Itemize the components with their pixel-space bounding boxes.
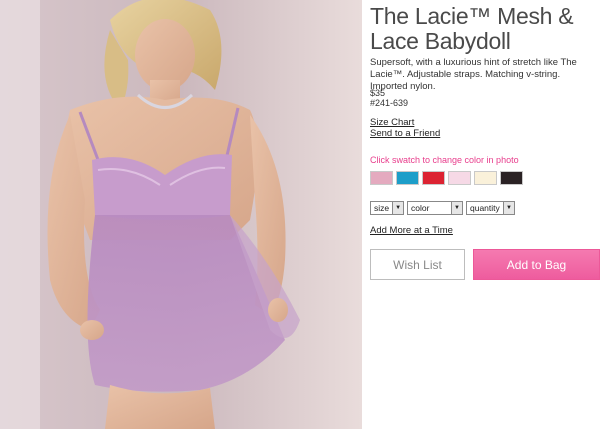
add-to-bag-button[interactable]: Add to Bag [473,249,600,280]
product-sku: #241-639 [370,98,409,108]
size-select-value: size [374,203,390,213]
chevron-down-icon: ▼ [451,202,462,214]
wish-list-button[interactable]: Wish List [370,249,465,280]
quantity-select[interactable]: quantity ▼ [466,201,515,215]
option-selects: size ▼ color ▼ quantity ▼ [370,201,515,215]
swatch-cream[interactable] [474,171,497,185]
size-select[interactable]: size ▼ [370,201,404,215]
chevron-down-icon: ▼ [392,202,403,214]
size-chart-link[interactable]: Size Chart [370,117,414,128]
product-info-panel: The Lacie™ Mesh & Lace Babydoll Supersof… [370,0,600,429]
swatch-lilac[interactable] [370,171,393,185]
product-description: Supersoft, with a luxurious hint of stre… [370,57,577,92]
swatch-hint: Click swatch to change color in photo [370,155,519,165]
model-illustration [0,0,362,429]
color-select-value: color [411,203,430,213]
swatch-light-pink[interactable] [448,171,471,185]
product-photo [0,0,362,429]
product-title: The Lacie™ Mesh & Lace Babydoll [370,3,574,54]
chevron-down-icon: ▼ [503,202,514,214]
color-swatches [370,171,523,185]
swatch-red[interactable] [422,171,445,185]
swatch-aqua[interactable] [396,171,419,185]
swatch-black[interactable] [500,171,523,185]
quantity-select-value: quantity [470,203,500,213]
add-more-link[interactable]: Add More at a Time [370,225,453,236]
product-price: $35 [370,88,386,98]
send-to-friend-link[interactable]: Send to a Friend [370,128,440,139]
color-select[interactable]: color ▼ [407,201,463,215]
